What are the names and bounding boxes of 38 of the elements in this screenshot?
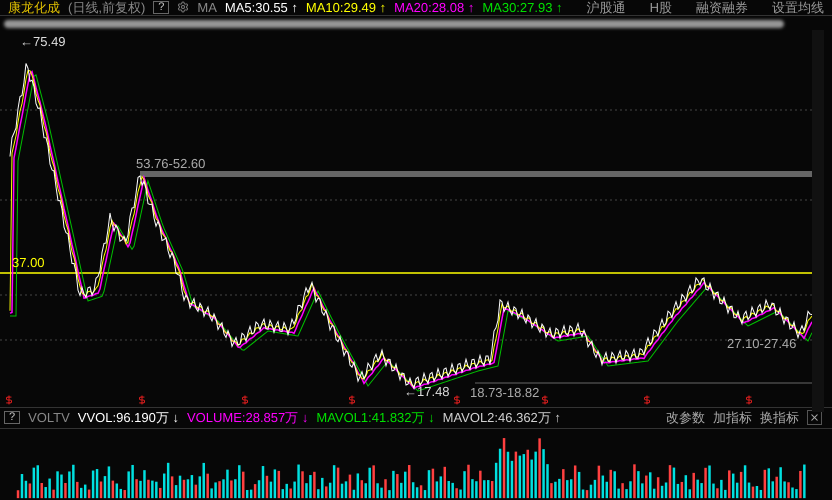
- header-link[interactable]: 融资融券: [688, 0, 756, 14]
- dividend-icon: [240, 394, 250, 405]
- price-label: ←17.48: [404, 382, 450, 401]
- chart-mode: (日线,前复权): [68, 0, 146, 14]
- indicator-button[interactable]: 加指标: [712, 408, 752, 428]
- scrollbar[interactable]: [812, 30, 824, 412]
- price-label: 18.73-18.82: [470, 384, 540, 402]
- close-button[interactable]: [806, 410, 822, 426]
- price-label: 27.10-27.46: [727, 334, 796, 353]
- help-button[interactable]: ?: [153, 0, 170, 14]
- header-link[interactable]: 沪股通: [578, 0, 634, 14]
- stock-name: 康龙化成: [8, 0, 60, 14]
- indicator-name: MA: [197, 0, 217, 14]
- price-label: 53.76-52.60: [136, 154, 206, 173]
- dividend-icon: [540, 394, 550, 405]
- dividend-icon: [4, 394, 14, 405]
- volume-value: VVOL:96.190万 ↓: [78, 411, 179, 424]
- indicator-button[interactable]: 改参数: [666, 408, 705, 428]
- dividend-icon: [137, 394, 147, 405]
- volume-value: MAVOL1:41.832万 ↓: [316, 411, 435, 424]
- ma-value: MA10:29.49 ↑: [306, 0, 386, 14]
- volume-value: VOLUME:28.857万 ↓: [186, 411, 308, 424]
- volume-value: MAVOL2:46.362万 ↑: [442, 411, 561, 424]
- ma-value: MA20:28.08 ↑: [394, 0, 474, 14]
- indicator-name: VOLTV: [28, 409, 70, 428]
- settings-icon[interactable]: [177, 1, 190, 14]
- indicator-button[interactable]: 换指标: [760, 408, 799, 428]
- close-icon: [808, 412, 820, 424]
- dividend-icon: [347, 394, 357, 405]
- ma-value: MA30:27.93 ↑: [482, 0, 563, 14]
- dividend-icon: [744, 394, 754, 405]
- dividend-icon: [452, 394, 462, 405]
- ma-value: MA5:30.55 ↑: [224, 0, 298, 14]
- price-label: ←75.49: [20, 32, 66, 51]
- header-link[interactable]: 设置均线: [764, 0, 832, 14]
- header-link[interactable]: H股: [642, 0, 680, 14]
- help-button[interactable]: ?: [4, 411, 20, 424]
- dividend-icon: [642, 394, 652, 405]
